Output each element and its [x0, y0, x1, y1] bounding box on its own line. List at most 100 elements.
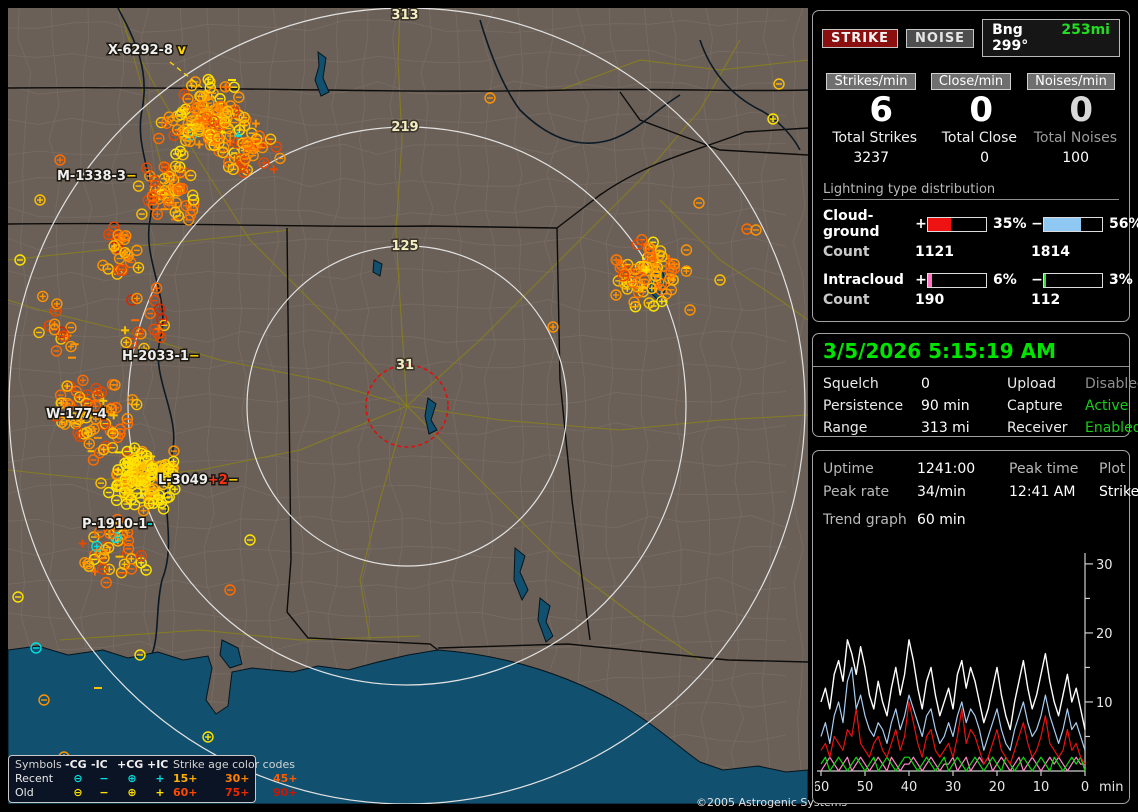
session-grid: Uptime 1241:00 Peak time Plot Peak rate …	[813, 451, 1129, 500]
trend-graph-span: 60 min	[917, 512, 1119, 528]
strikes-per-min-header: Strikes/min	[826, 73, 915, 90]
ic-positive-bar-fill	[928, 274, 932, 287]
svg-text:X-6292-8 v: X-6292-8 v	[108, 43, 187, 58]
receiver-status: Enabled	[1085, 420, 1138, 436]
lightning-map-container: X-6292-8 v M-1338-3− H-2033-1− W-177-4 L-304…	[8, 8, 808, 804]
noises-per-min-column: Noises/min 0 Total Noises 100	[1021, 73, 1121, 166]
capture-status: Active	[1085, 398, 1138, 414]
svg-text:P-1910-1-: P-1910-1-	[82, 517, 153, 532]
ic-negative-count: 112	[1031, 292, 1119, 308]
receiver-label: Receiver	[1007, 420, 1085, 436]
legend-symbol-posIC: +	[147, 772, 173, 786]
legend-row-recent: Recent⊖−⊕+15+30+45+	[15, 772, 249, 786]
cg-negative-percent: 56%	[1103, 216, 1138, 232]
svg-text:H-2033-1−: H-2033-1−	[122, 349, 200, 364]
legend-row-label: Old	[15, 786, 65, 800]
legend-age-title: Strike age color codes	[173, 758, 317, 772]
cg-positive-bar	[927, 217, 987, 232]
cg-negative-bar-fill	[1044, 218, 1081, 231]
plus-sign: +	[915, 216, 927, 232]
ic-positive-percent: 6%	[987, 272, 1031, 288]
minus-sign: −	[1031, 216, 1043, 232]
strike-toggle-button[interactable]: STRIKE	[822, 29, 898, 48]
legend-header-row: Symbols -CG -IC +CG +IC Strike age color…	[15, 758, 249, 772]
cloud-ground-count-row: Count 1121 1814	[823, 244, 1119, 260]
total-strikes-value: 3237	[821, 146, 921, 166]
legend-symbol-posIC: +	[147, 786, 173, 800]
svg-text:W-177-4: W-177-4	[46, 407, 107, 422]
total-strikes-label: Total Strikes	[821, 130, 921, 146]
peak-rate-value: 34/min	[917, 484, 1009, 500]
uptime-label: Uptime	[823, 461, 917, 477]
peak-time-header: Peak time	[1009, 461, 1099, 477]
legend-age-90plus: 90+	[273, 786, 317, 800]
svg-text:20: 20	[1096, 627, 1113, 642]
receiver-status-grid: Squelch 0 Upload Disabled Persistence 90…	[813, 367, 1129, 445]
svg-text:M-1338-3−: M-1338-3−	[57, 169, 137, 184]
persistence-label: Persistence	[823, 398, 921, 414]
legend-rows: Recent⊖−⊕+15+30+45+Old⊖−⊕+60+75+90+	[15, 772, 249, 800]
legend-col-pos-ic: +IC	[147, 758, 173, 772]
legend-symbol-negIC: −	[91, 786, 117, 800]
cg-negative-count: 1814	[1031, 244, 1119, 260]
total-noises-label: Total Noises	[1021, 130, 1121, 146]
session-trend-panel: Uptime 1241:00 Peak time Plot Peak rate …	[812, 450, 1130, 804]
cg-negative-bar	[1043, 217, 1103, 232]
legend-age-45plus: 45+	[273, 772, 317, 786]
svg-text:31: 31	[396, 358, 414, 373]
squelch-value: 0	[921, 376, 1007, 392]
nexstorm-window: X-6292-8 v M-1338-3− H-2033-1− W-177-4 L-304…	[0, 0, 1138, 812]
peak-time-value: 12:41 AM	[1009, 484, 1099, 500]
ic-positive-count: 190	[915, 292, 1031, 308]
mode-button-row: STRIKE NOISE Bng 299° 253mi	[813, 11, 1129, 59]
ic-count-label: Count	[823, 292, 915, 308]
noise-toggle-button[interactable]: NOISE	[906, 29, 974, 48]
cg-positive-bar-fill	[928, 218, 951, 231]
svg-text:50: 50	[857, 780, 874, 795]
lightning-map[interactable]: X-6292-8 v M-1338-3− H-2033-1− W-177-4 L-304…	[8, 8, 808, 804]
cg-count-label: Count	[823, 244, 915, 260]
svg-text:10: 10	[1096, 696, 1113, 711]
legend-symbol-negIC: −	[91, 772, 117, 786]
svg-text:30: 30	[1096, 558, 1113, 573]
trend-graph-label: Trend graph	[823, 512, 917, 528]
close-per-min-column: Close/min 0 Total Close 0	[921, 73, 1021, 166]
noises-per-min-header: Noises/min	[1027, 73, 1115, 90]
cloud-ground-label: Cloud-ground	[823, 208, 915, 240]
lightning-type-distribution: Lightning type distribution Cloud-ground…	[813, 166, 1129, 308]
trend-graph-row: Trend graph 60 min	[813, 500, 1129, 528]
legend-col-neg-ic: -IC	[91, 758, 117, 772]
svg-text:125: 125	[391, 239, 418, 254]
minus-sign: −	[1031, 272, 1043, 288]
distribution-title: Lightning type distribution	[823, 182, 1119, 200]
legend-row-old: Old⊖−⊕+60+75+90+	[15, 786, 249, 800]
cg-positive-count: 1121	[915, 244, 1031, 260]
legend-symbol-posCG: ⊕	[117, 772, 147, 786]
ic-positive-bar	[927, 273, 987, 288]
upload-label: Upload	[1007, 376, 1085, 392]
legend-age-15plus: 15+	[173, 772, 225, 786]
legend-row-label: Recent	[15, 772, 65, 786]
map-symbol-legend: Symbols -CG -IC +CG +IC Strike age color…	[8, 755, 256, 803]
cloud-ground-row: Cloud-ground + 35% − 56%	[823, 208, 1119, 240]
plot-mode-value: Strike	[1099, 484, 1138, 500]
close-per-min-header: Close/min	[931, 73, 1011, 90]
intracloud-label: Intracloud	[823, 272, 915, 288]
svg-text:10: 10	[1033, 780, 1050, 795]
uptime-value: 1241:00	[917, 461, 1009, 477]
plot-header: Plot	[1099, 461, 1138, 477]
legend-symbol-negCG: ⊖	[65, 786, 91, 800]
ic-negative-bar-fill	[1044, 274, 1046, 287]
svg-text:30: 30	[945, 780, 962, 795]
intracloud-count-row: Count 190 112	[823, 292, 1119, 308]
total-close-label: Total Close	[921, 130, 1021, 146]
total-close-value: 0	[921, 146, 1021, 166]
bearing-readout: Bng 299° 253mi	[982, 19, 1120, 57]
legend-col-neg-cg: -CG	[65, 758, 91, 772]
svg-text:60: 60	[815, 780, 829, 795]
legend-age-75plus: 75+	[225, 786, 273, 800]
svg-text:min: min	[1099, 780, 1124, 795]
total-noises-value: 100	[1021, 146, 1121, 166]
svg-text:L-3049+2−: L-3049+2−	[158, 473, 239, 488]
date-time-display: 3/5/2026 5:15:19 AM	[813, 334, 1129, 367]
